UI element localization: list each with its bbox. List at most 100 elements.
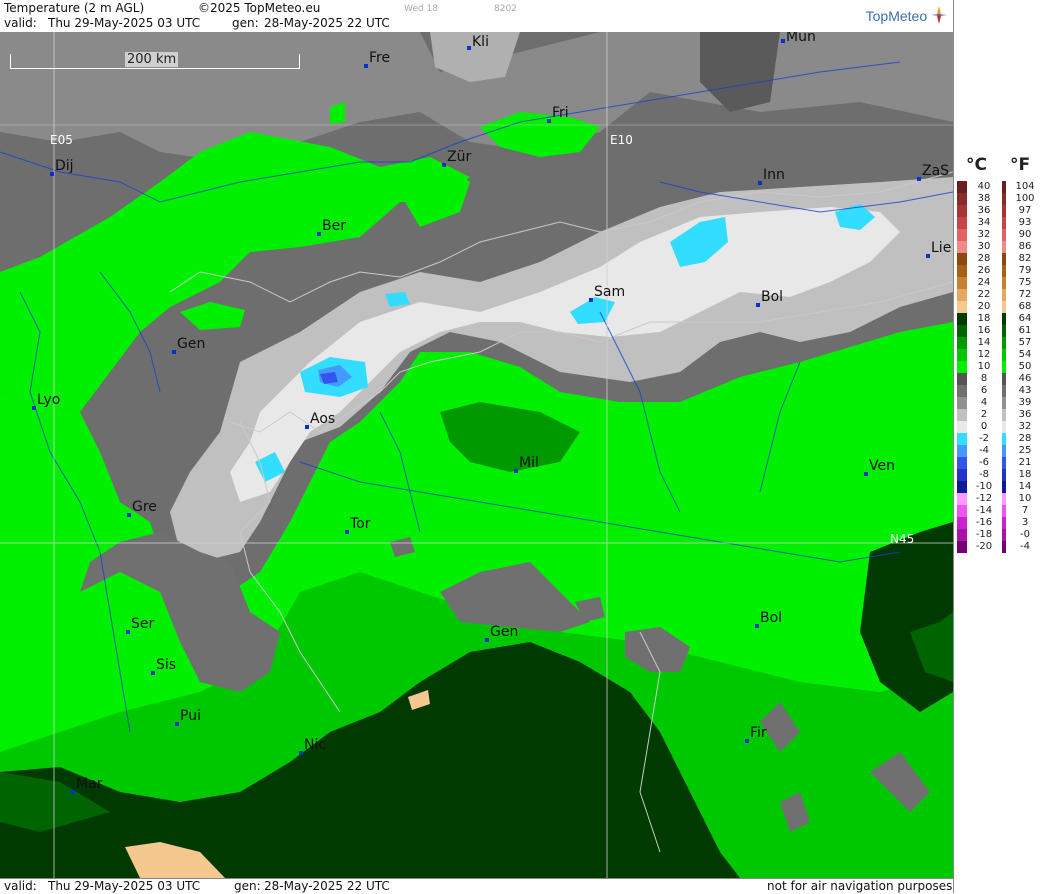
legend-fahrenheit-value: 79: [1018, 265, 1032, 276]
legend-celsius-value: -12: [975, 493, 993, 504]
legend-swatch: [957, 445, 967, 457]
city-label[interactable]: Sis: [151, 657, 176, 675]
city-label[interactable]: Zür: [442, 149, 471, 167]
legend-swatch: [957, 481, 967, 493]
grid-label-n45: N45: [890, 532, 915, 546]
city-label[interactable]: Mar: [71, 776, 102, 794]
legend-swatch-f: [1002, 337, 1006, 349]
legend-fahrenheit-value: 10: [1018, 493, 1032, 504]
legend-swatch: [957, 361, 967, 373]
legend-celsius-value: -4: [979, 445, 989, 456]
legend-swatch-f: [1002, 421, 1006, 433]
legend-celsius-value: 34: [977, 217, 991, 228]
footer-notice: not for air navigation purposes: [767, 879, 953, 893]
legend-celsius-value: 36: [977, 205, 991, 216]
legend-swatch: [957, 277, 967, 289]
legend-swatch-f: [1002, 253, 1006, 265]
city-label[interactable]: Bol: [755, 610, 782, 628]
city-label[interactable]: Mil: [514, 455, 539, 473]
legend-fahrenheit-value: 90: [1018, 229, 1032, 240]
city-label[interactable]: Aos: [305, 411, 335, 429]
footer-valid-label: valid:: [4, 879, 37, 893]
legend-celsius-value: 10: [977, 361, 991, 372]
legend-swatch: [957, 373, 967, 385]
legend-swatch: [957, 313, 967, 325]
legend-swatch: [957, 493, 967, 505]
city-label[interactable]: Lie: [926, 240, 951, 258]
legend-celsius-value: 18: [977, 313, 991, 324]
legend-swatch: [957, 217, 967, 229]
city-label[interactable]: Ven: [864, 458, 895, 476]
legend-celsius-value: 8: [980, 373, 988, 384]
city-label[interactable]: Mun: [781, 32, 816, 45]
city-label[interactable]: Sam: [589, 284, 625, 302]
scale-label: 200 km: [125, 52, 179, 67]
legend-fahrenheit-value: 61: [1018, 325, 1032, 336]
legend-celsius-value: 40: [977, 181, 991, 192]
city-label[interactable]: Fre: [364, 50, 390, 68]
legend-fahrenheit-value: 14: [1018, 481, 1032, 492]
legend-celsius-value: 28: [977, 253, 991, 264]
compass-star-icon: [931, 6, 947, 24]
legend-celsius-value: -6: [979, 457, 989, 468]
city-label[interactable]: Lyo: [32, 392, 60, 410]
temperature-map[interactable]: 200 km E05 E10 N45 Kli Mun Fre Fri Dij Z…: [0, 32, 953, 878]
legend-celsius-value: 2: [980, 409, 988, 420]
city-label[interactable]: Inn: [758, 167, 785, 185]
legend-celsius-value: -20: [975, 541, 993, 552]
city-label[interactable]: Gre: [127, 499, 157, 517]
legend-celsius-value: -14: [975, 505, 993, 516]
unit-celsius: °C: [966, 155, 987, 175]
city-label[interactable]: Kli: [467, 34, 489, 50]
legend-fahrenheit-value: 68: [1018, 301, 1032, 312]
temperature-field: [0, 32, 953, 878]
topmeteo-logo[interactable]: TopMeteo: [866, 6, 947, 24]
legend-fahrenheit-value: 93: [1018, 217, 1032, 228]
legend-fahrenheit-value: 104: [1015, 181, 1035, 192]
legend-fahrenheit-value: 32: [1018, 421, 1032, 432]
city-label[interactable]: Tor: [345, 516, 371, 534]
legend-fahrenheit-value: 21: [1018, 457, 1032, 468]
grid-label-e05: E05: [50, 133, 73, 147]
legend-swatch-f: [1002, 301, 1006, 313]
city-label[interactable]: Pui: [175, 708, 201, 726]
legend-celsius-value: 6: [980, 385, 988, 396]
city-label[interactable]: Gen: [172, 336, 205, 354]
legend-swatch: [957, 265, 967, 277]
legend-swatch-f: [1002, 289, 1006, 301]
color-legend: °C °F 40 104 38 100 36 97 34 93 32 90 30 86 28 82 26 79…: [953, 0, 1045, 893]
city-label[interactable]: Fir: [745, 725, 767, 743]
legend-swatch-f: [1002, 493, 1006, 505]
city-label[interactable]: Ber: [317, 218, 346, 236]
legend-swatch-f: [1002, 457, 1006, 469]
city-label[interactable]: Gen: [485, 624, 518, 642]
city-label[interactable]: Nic: [299, 737, 326, 755]
legend-fahrenheit-value: 43: [1018, 385, 1032, 396]
legend-fahrenheit-value: 39: [1018, 397, 1032, 408]
faint-day: Wed 18: [404, 4, 438, 14]
legend-swatch: [957, 301, 967, 313]
legend-swatch-f: [1002, 217, 1006, 229]
legend-swatch: [957, 385, 967, 397]
legend-fahrenheit-value: 46: [1018, 373, 1032, 384]
legend-fahrenheit-value: 3: [1021, 517, 1029, 528]
legend-fahrenheit-value: -4: [1020, 541, 1030, 552]
city-label[interactable]: Bol: [756, 289, 783, 307]
city-label[interactable]: Fri: [547, 105, 569, 123]
legend-swatch-f: [1002, 205, 1006, 217]
city-label[interactable]: Ser: [126, 616, 154, 634]
legend-swatch-f: [1002, 241, 1006, 253]
gen-value: 28-May-2025 22 UTC: [264, 16, 390, 30]
legend-fahrenheit-value: 57: [1018, 337, 1032, 348]
legend-fahrenheit-value: 75: [1018, 277, 1032, 288]
legend-swatch: [957, 229, 967, 241]
legend-celsius-value: 16: [977, 325, 991, 336]
legend-swatch: [957, 517, 967, 529]
legend-swatch: [957, 253, 967, 265]
legend-swatch-f: [1002, 181, 1006, 193]
city-label[interactable]: Dij: [50, 158, 74, 176]
legend-swatch-f: [1002, 529, 1006, 541]
copyright: ©2025 TopMeteo.eu: [198, 1, 321, 15]
city-label[interactable]: ZaS: [917, 163, 949, 181]
legend-celsius-value: 12: [977, 349, 991, 360]
